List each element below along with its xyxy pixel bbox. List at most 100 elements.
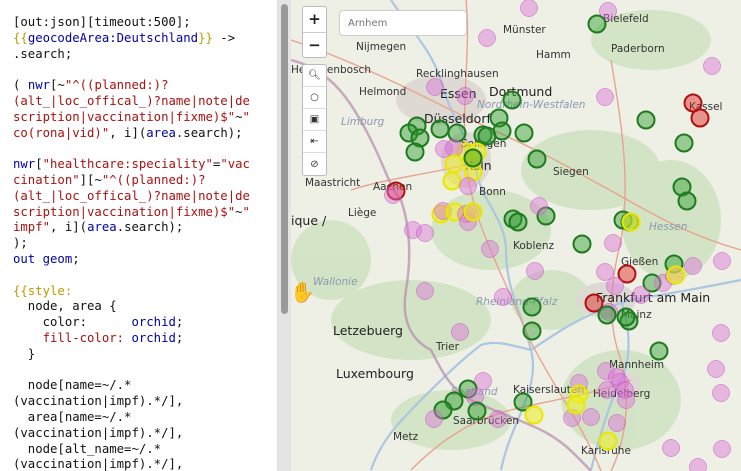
code-token: .search); xyxy=(116,220,184,235)
poi-marker[interactable] xyxy=(616,307,636,327)
code-token: {{ xyxy=(13,30,28,45)
poi-marker[interactable] xyxy=(608,414,626,432)
poi-marker[interactable] xyxy=(416,282,434,300)
poi-marker[interactable] xyxy=(384,186,402,204)
zoom-control[interactable]: + − xyxy=(302,6,327,58)
code-token: , i]( xyxy=(50,220,88,235)
poi-marker[interactable] xyxy=(442,171,462,191)
poi-marker[interactable] xyxy=(459,177,477,195)
poi-marker[interactable] xyxy=(677,191,697,211)
poi-marker[interactable] xyxy=(445,139,463,157)
map-tools[interactable]: 🔍︎ ○ ▣ ⇤ ⊘ xyxy=(302,64,327,176)
poi-marker[interactable] xyxy=(713,440,731,458)
poi-marker[interactable] xyxy=(481,240,499,258)
code-line: (alt_|loc_offical_)?name|note|de xyxy=(13,94,250,110)
poi-marker[interactable] xyxy=(520,0,538,17)
search-icon: 🔍︎ xyxy=(308,70,321,81)
zoom-out-button[interactable]: − xyxy=(303,32,326,57)
code-token: ~ xyxy=(235,204,243,219)
code-token: area[name=~/.* xyxy=(13,409,132,424)
poi-marker[interactable] xyxy=(463,202,483,222)
poi-marker[interactable] xyxy=(617,391,635,409)
poi-marker[interactable] xyxy=(606,277,624,295)
poi-marker[interactable] xyxy=(444,154,464,174)
city-label: Saarbrücken xyxy=(453,415,519,427)
poi-marker[interactable] xyxy=(596,263,614,281)
poi-marker[interactable] xyxy=(666,265,686,285)
code-token: fill-color: xyxy=(13,330,132,345)
locate-icon: ○ xyxy=(310,92,319,103)
poi-marker[interactable] xyxy=(690,108,710,128)
poi-marker[interactable] xyxy=(572,234,592,254)
poi-marker[interactable] xyxy=(526,262,544,280)
poi-marker[interactable] xyxy=(636,110,656,130)
poi-marker[interactable] xyxy=(712,324,730,342)
poi-marker[interactable] xyxy=(582,408,600,426)
poi-marker[interactable] xyxy=(456,87,474,105)
locate-button[interactable]: ○ xyxy=(303,87,326,109)
poi-marker[interactable] xyxy=(604,234,622,252)
code-area[interactable]: [out:json][timeout:500]; {{geocodeArea:De… xyxy=(13,15,250,471)
zoom-in-button[interactable]: + xyxy=(303,7,326,32)
poi-marker[interactable] xyxy=(596,88,614,106)
poi-marker[interactable] xyxy=(522,321,542,341)
toggle-layer-button[interactable]: ⊘ xyxy=(303,153,326,175)
poi-marker[interactable] xyxy=(478,29,496,47)
city-label: Helmond xyxy=(359,86,406,98)
data-view-button[interactable]: ▣ xyxy=(303,109,326,131)
poi-marker[interactable] xyxy=(502,90,522,110)
poi-marker[interactable] xyxy=(598,431,618,451)
poi-marker[interactable] xyxy=(587,14,607,34)
poi-marker[interactable] xyxy=(598,381,616,399)
poi-marker[interactable] xyxy=(522,297,542,317)
search-location-button[interactable]: 🔍︎ xyxy=(303,65,326,87)
poi-marker[interactable] xyxy=(527,149,547,169)
poi-marker[interactable] xyxy=(621,212,641,232)
zoom-to-data-button[interactable]: ⇤ xyxy=(303,131,326,153)
poi-marker[interactable] xyxy=(530,197,548,215)
poi-marker[interactable] xyxy=(425,410,443,428)
map-view[interactable]: Bielefeld Münster Nijmegen Hamm Paderbor… xyxy=(291,0,741,471)
code-line: scription|vaccination|fixme)$"~" xyxy=(13,110,250,126)
poi-marker[interactable] xyxy=(597,305,617,325)
code-token: } xyxy=(13,346,36,361)
code-token: "healthcare:speciality" xyxy=(42,157,213,172)
query-editor[interactable]: [out:json][timeout:500]; {{geocodeArea:De… xyxy=(0,0,278,471)
poi-marker[interactable] xyxy=(674,133,694,153)
poi-marker[interactable] xyxy=(463,148,483,168)
poi-marker[interactable] xyxy=(566,395,586,415)
poi-marker[interactable] xyxy=(430,119,450,139)
poi-marker[interactable] xyxy=(494,288,512,306)
splitter[interactable] xyxy=(278,0,291,471)
poi-marker[interactable] xyxy=(426,78,444,96)
poi-marker[interactable] xyxy=(451,323,469,341)
city-label: Münster xyxy=(503,24,546,36)
code-token: color: xyxy=(13,315,132,330)
code-line: [out:json][timeout:500]; xyxy=(13,15,250,31)
poi-marker[interactable] xyxy=(684,257,702,275)
poi-marker[interactable] xyxy=(447,123,467,143)
map-search-input[interactable] xyxy=(339,10,467,36)
poi-marker[interactable] xyxy=(508,212,528,232)
poi-marker[interactable] xyxy=(492,121,512,141)
code-line: color: orchid; xyxy=(13,315,250,331)
poi-marker[interactable] xyxy=(707,360,725,378)
poi-marker[interactable] xyxy=(416,224,434,242)
code-line: (vaccination|impf).*/], xyxy=(13,426,250,442)
poi-marker[interactable] xyxy=(649,341,669,361)
poi-marker[interactable] xyxy=(524,405,544,425)
poi-marker[interactable] xyxy=(703,57,721,75)
code-line: out geom; xyxy=(13,252,250,268)
code-line: {{geocodeArea:Deutschland}} -> xyxy=(13,31,250,47)
poi-marker[interactable] xyxy=(662,439,680,457)
poi-marker[interactable] xyxy=(467,401,487,421)
city-label: Recklinghausen xyxy=(416,68,499,80)
poi-marker[interactable] xyxy=(405,142,425,162)
poi-marker[interactable] xyxy=(514,123,534,143)
poi-marker[interactable] xyxy=(713,252,731,270)
editor-scrollbar-thumb[interactable] xyxy=(281,4,288,314)
poi-marker[interactable] xyxy=(632,286,650,304)
poi-marker[interactable] xyxy=(712,384,730,402)
poi-marker[interactable] xyxy=(489,410,507,428)
region-label: Hessen xyxy=(649,221,687,233)
